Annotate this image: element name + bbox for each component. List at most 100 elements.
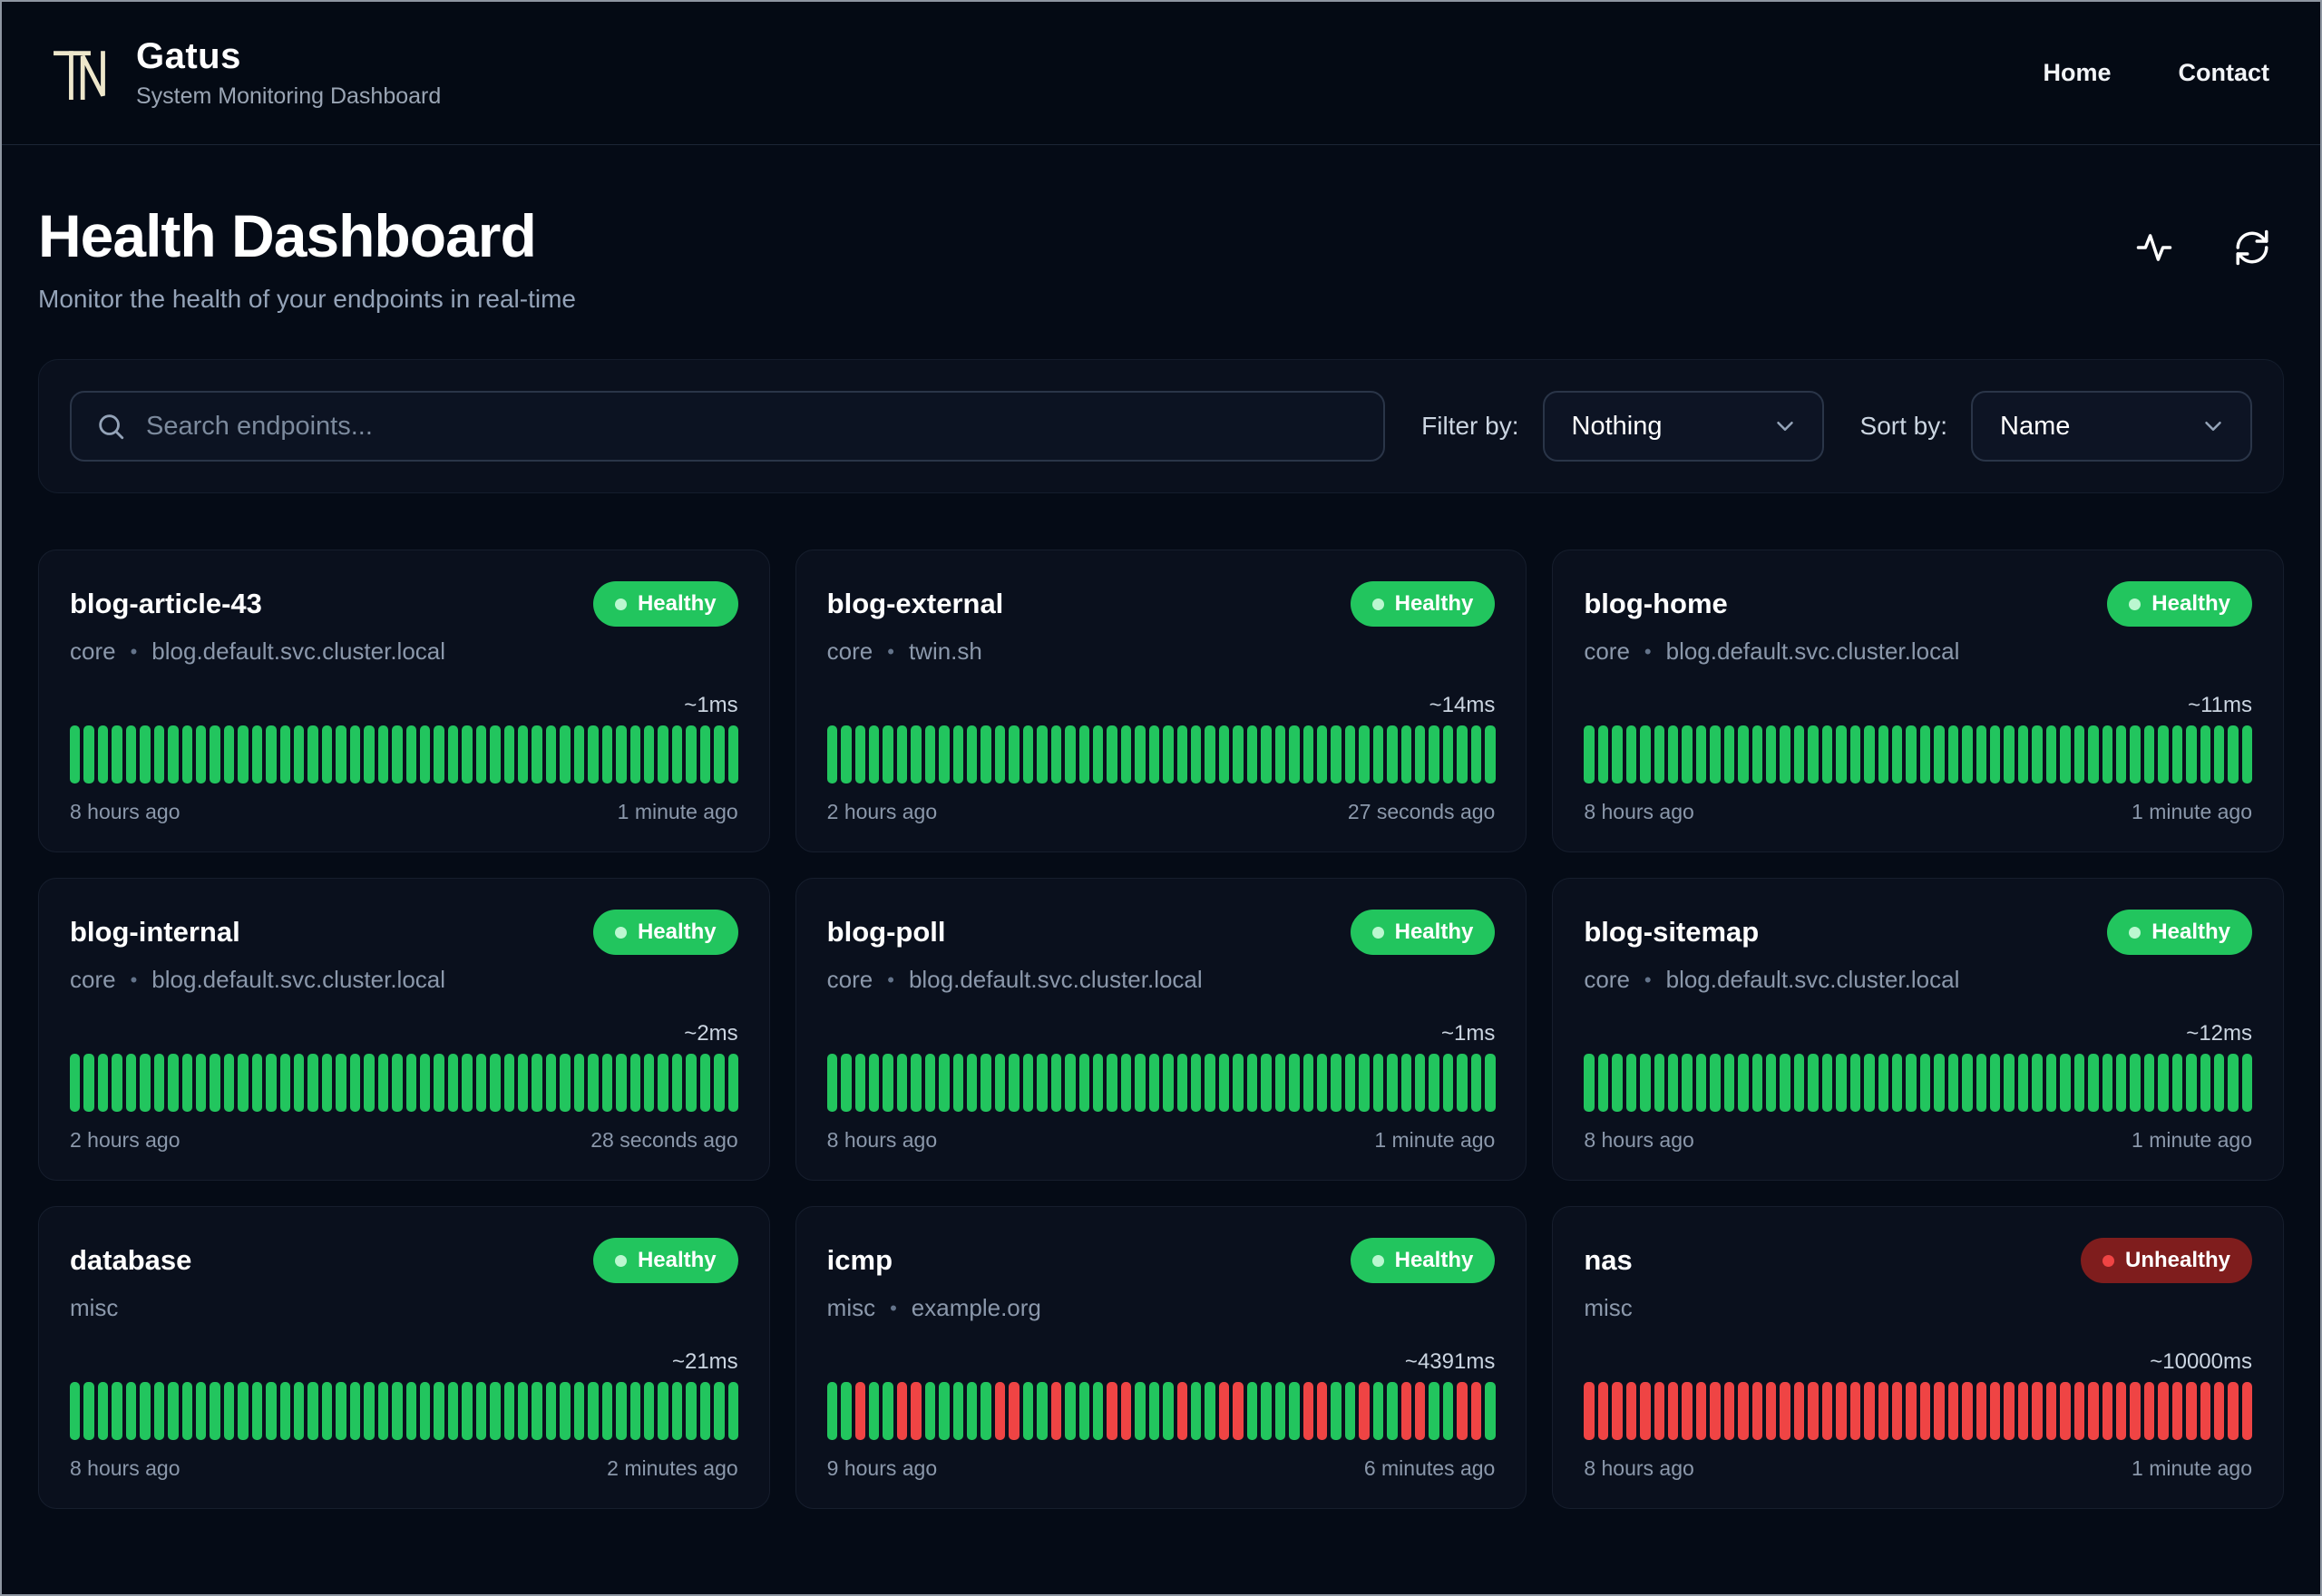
history-bar[interactable] <box>699 725 711 783</box>
history-bar[interactable] <box>601 1054 613 1112</box>
history-bar[interactable] <box>112 725 122 783</box>
history-bar[interactable] <box>1092 1054 1104 1112</box>
history-bar[interactable] <box>405 725 416 783</box>
history-bar[interactable] <box>294 1054 305 1112</box>
history-bar[interactable] <box>1344 725 1356 783</box>
history-bar[interactable] <box>686 1054 697 1112</box>
history-bar[interactable] <box>1738 725 1749 783</box>
history-bar[interactable] <box>1990 725 2001 783</box>
history-bar[interactable] <box>854 725 865 783</box>
history-bar[interactable] <box>168 1054 179 1112</box>
history-bar[interactable] <box>1442 1054 1454 1112</box>
history-bar[interactable] <box>1723 1382 1735 1440</box>
history-bar[interactable] <box>896 1382 908 1440</box>
history-bar[interactable] <box>1387 1382 1398 1440</box>
history-bar[interactable] <box>560 725 571 783</box>
history-bar[interactable] <box>671 1382 683 1440</box>
history-bar[interactable] <box>97 725 109 783</box>
history-bar[interactable] <box>1261 1382 1272 1440</box>
history-bar[interactable] <box>153 1054 165 1112</box>
history-bar[interactable] <box>1780 725 1790 783</box>
history-bar[interactable] <box>2073 725 2085 783</box>
history-bar[interactable] <box>377 725 389 783</box>
history-bar[interactable] <box>671 725 683 783</box>
uptime-bars[interactable] <box>70 1382 738 1440</box>
history-bar[interactable] <box>1695 1054 1707 1112</box>
history-bar[interactable] <box>1316 1382 1328 1440</box>
history-bar[interactable] <box>1976 1382 1987 1440</box>
history-bar[interactable] <box>125 1054 137 1112</box>
history-bar[interactable] <box>279 1054 290 1112</box>
history-bar[interactable] <box>349 1054 361 1112</box>
history-bar[interactable] <box>2228 725 2239 783</box>
history-bar[interactable] <box>475 1382 487 1440</box>
history-bar[interactable] <box>1640 1054 1651 1112</box>
history-bar[interactable] <box>1372 1382 1384 1440</box>
history-bar[interactable] <box>405 1054 416 1112</box>
history-bar[interactable] <box>1120 725 1132 783</box>
history-bar[interactable] <box>1723 725 1735 783</box>
search-input[interactable] <box>70 391 1386 462</box>
history-bar[interactable] <box>727 1054 738 1112</box>
uptime-bars[interactable] <box>70 1054 738 1112</box>
history-bar[interactable] <box>1233 1054 1244 1112</box>
history-bar[interactable] <box>1135 725 1146 783</box>
history-bar[interactable] <box>1906 1382 1917 1440</box>
history-bar[interactable] <box>1723 1054 1735 1112</box>
history-bar[interactable] <box>826 1054 838 1112</box>
history-bar[interactable] <box>671 1054 683 1112</box>
refresh-button[interactable] <box>2233 229 2271 267</box>
history-bar[interactable] <box>1667 725 1679 783</box>
history-bar[interactable] <box>2186 1382 2197 1440</box>
endpoint-card[interactable]: blog-poll Healthy core • blog.default.sv… <box>795 878 1527 1181</box>
history-bar[interactable] <box>939 725 950 783</box>
history-bar[interactable] <box>419 1382 431 1440</box>
history-bar[interactable] <box>826 725 838 783</box>
history-bar[interactable] <box>1667 1382 1679 1440</box>
history-bar[interactable] <box>952 1382 964 1440</box>
history-bar[interactable] <box>967 1382 978 1440</box>
history-bar[interactable] <box>1344 1382 1356 1440</box>
history-bar[interactable] <box>911 1054 922 1112</box>
uptime-bars[interactable] <box>70 725 738 783</box>
history-bar[interactable] <box>841 725 852 783</box>
history-bar[interactable] <box>1205 725 1215 783</box>
endpoint-card[interactable]: blog-sitemap Healthy core • blog.default… <box>1552 878 2284 1181</box>
history-bar[interactable] <box>251 1382 263 1440</box>
history-bar[interactable] <box>1780 1382 1790 1440</box>
history-bar[interactable] <box>841 1054 852 1112</box>
history-bar[interactable] <box>1962 1054 1973 1112</box>
history-bar[interactable] <box>364 725 375 783</box>
history-bar[interactable] <box>883 1382 893 1440</box>
history-bar[interactable] <box>1191 725 1202 783</box>
history-bar[interactable] <box>1919 1382 1931 1440</box>
history-bar[interactable] <box>266 1054 277 1112</box>
history-bar[interactable] <box>2017 725 2029 783</box>
history-bar[interactable] <box>2115 1382 2127 1440</box>
history-bar[interactable] <box>573 725 585 783</box>
history-bar[interactable] <box>238 725 249 783</box>
history-bar[interactable] <box>1470 725 1482 783</box>
history-bar[interactable] <box>588 725 599 783</box>
nav-link-home[interactable]: Home <box>2043 59 2111 87</box>
history-bar[interactable] <box>1022 1382 1034 1440</box>
history-bar[interactable] <box>2004 1054 2015 1112</box>
history-bar[interactable] <box>924 1382 936 1440</box>
history-bar[interactable] <box>1990 1054 2001 1112</box>
history-bar[interactable] <box>1148 725 1160 783</box>
history-bar[interactable] <box>2060 725 2071 783</box>
history-bar[interactable] <box>97 1054 109 1112</box>
history-bar[interactable] <box>140 1054 151 1112</box>
history-bar[interactable] <box>419 1054 431 1112</box>
history-bar[interactable] <box>1625 1054 1637 1112</box>
history-bar[interactable] <box>629 1382 640 1440</box>
history-bar[interactable] <box>939 1382 950 1440</box>
history-bar[interactable] <box>1793 1054 1805 1112</box>
history-bar[interactable] <box>1302 725 1313 783</box>
history-bar[interactable] <box>1233 725 1244 783</box>
history-bar[interactable] <box>83 1054 94 1112</box>
history-bar[interactable] <box>336 1054 346 1112</box>
history-bar[interactable] <box>2158 725 2169 783</box>
history-bar[interactable] <box>1947 1054 1959 1112</box>
history-bar[interactable] <box>1022 725 1034 783</box>
